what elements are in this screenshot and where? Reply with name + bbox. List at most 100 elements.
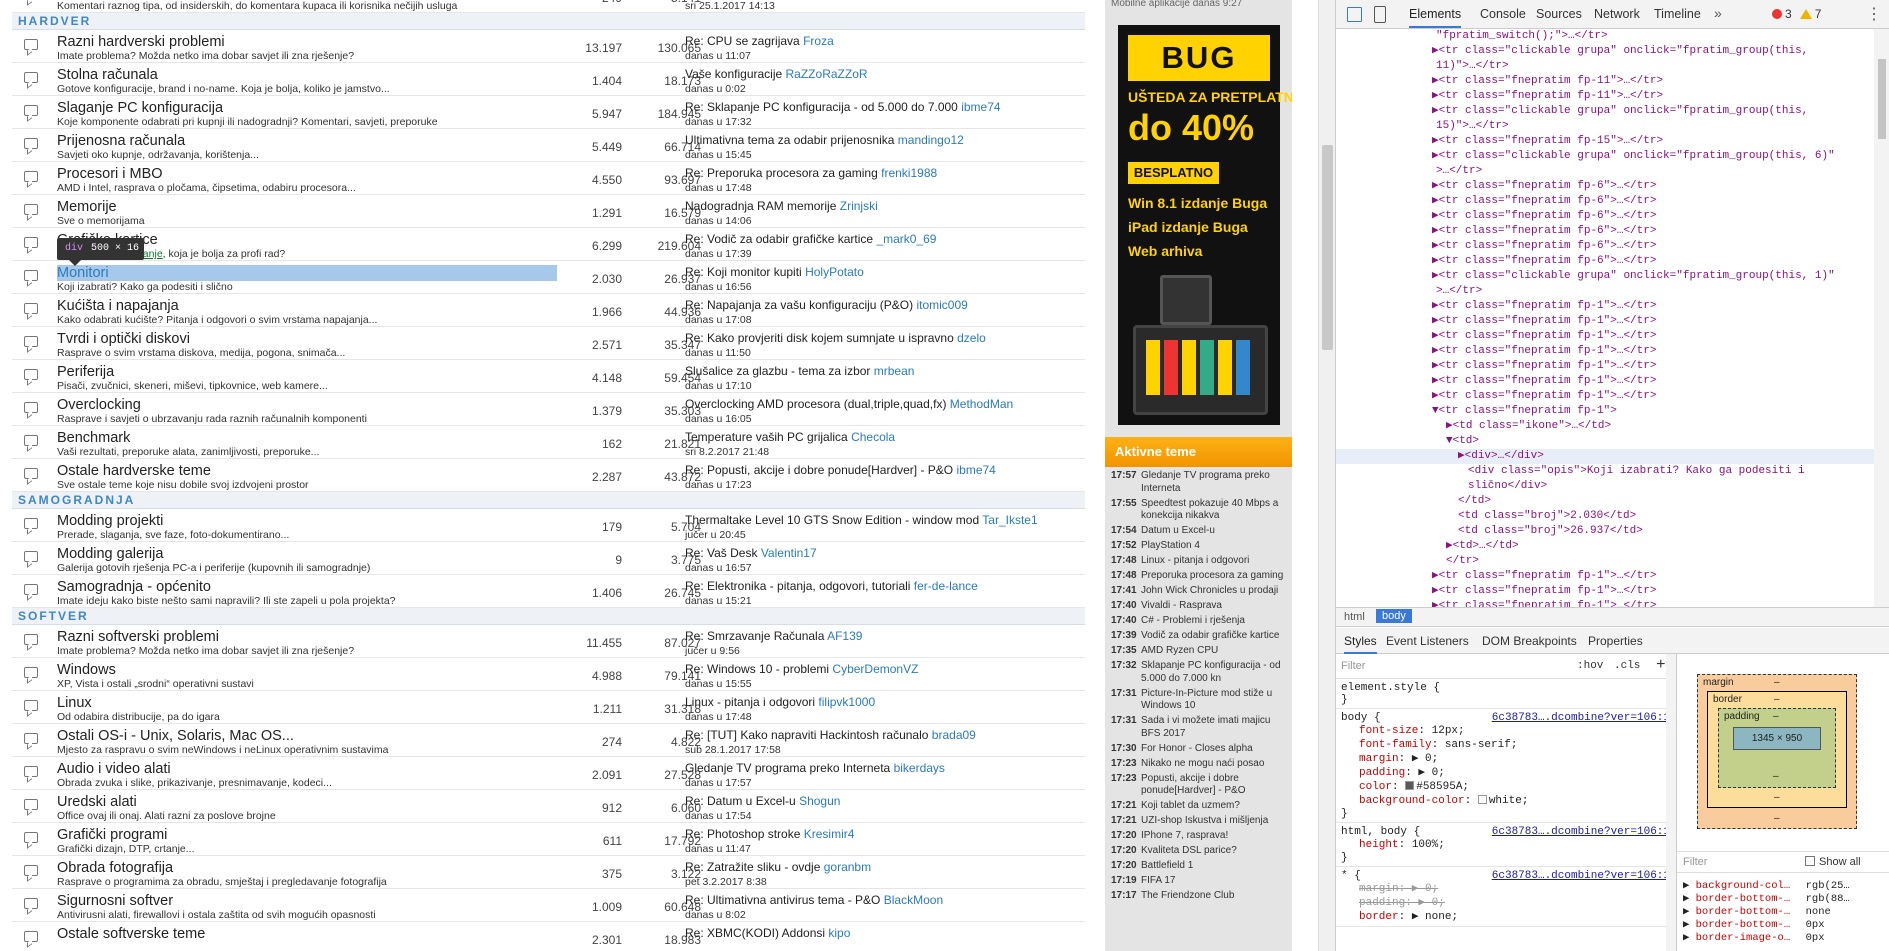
- forum-title[interactable]: Modding projekti: [57, 513, 163, 529]
- forum-row[interactable]: Audio i video alati Obrada zvuka i slike…: [12, 757, 1085, 790]
- tab-network[interactable]: Network: [1594, 7, 1640, 21]
- forum-row[interactable]: Kućišta i napajanja Kako odabrati kućišt…: [12, 294, 1085, 327]
- dom-node-line[interactable]: ▶<tr class="fnepratim fp-1">…</tr>: [1336, 569, 1874, 584]
- forum-row[interactable]: Razni softverski problemi Imate problema…: [12, 625, 1085, 658]
- dom-node-line[interactable]: ▶<tr class="fnepratim fp-1">…</tr>: [1336, 374, 1874, 389]
- last-post-title[interactable]: Re: Koji monitor kupiti: [685, 265, 802, 279]
- styles-filter-input[interactable]: Filter: [1341, 660, 1365, 672]
- styles-scrollbar[interactable]: [1666, 654, 1676, 951]
- forum-row[interactable]: Slaganje PC konfiguracija Koje komponent…: [12, 96, 1085, 129]
- last-post-title[interactable]: Overclocking AMD procesora (dual,triple,…: [685, 397, 946, 411]
- page-scrollbar[interactable]: [1318, 0, 1335, 951]
- last-post[interactable]: Thermaltake Level 10 GTS Snow Edition - …: [685, 513, 1038, 527]
- forum-title[interactable]: Sigurnosni softver: [57, 893, 173, 909]
- active-topic-item[interactable]: 17:55 Speedtest pokazuje 40 Mbps a konekc…: [1111, 498, 1291, 523]
- active-topic-item[interactable]: 17:52 PlayStation 4: [1111, 540, 1291, 553]
- last-post[interactable]: Re: Zatražite sliku - ovdje goranbm: [685, 860, 871, 874]
- forum-row[interactable]: Monitori Koji izabrati? Kako ga podesiti…: [12, 261, 1085, 294]
- dom-node-line[interactable]: ▶<tr class="fnepratim fp-11">…</tr>: [1336, 74, 1874, 89]
- dom-node-line[interactable]: ▼<td>: [1336, 434, 1874, 449]
- active-topic-item[interactable]: 17:21 Koji tablet da uzmem?: [1111, 800, 1291, 813]
- dom-node-line[interactable]: ▶<tr class="fnepratim fp-1">…</tr>: [1336, 329, 1874, 344]
- dom-node-line[interactable]: ▶<tr class="clickable grupa" onclick="fp…: [1336, 104, 1874, 119]
- active-topic-item[interactable]: 17:21 UZI-shop Iskustva i mišljenja: [1111, 815, 1291, 828]
- rule-source-link-2[interactable]: 6c38783….dcombine?ver=106:1: [1492, 826, 1670, 838]
- last-post-user[interactable]: brada09: [932, 728, 976, 742]
- last-post-user[interactable]: MethodMan: [950, 397, 1013, 411]
- forum-row[interactable]: Sigurnosni softver Antivirusni alati, fi…: [12, 889, 1085, 922]
- computed-prop[interactable]: ▶ background-col… rgb(25…: [1683, 879, 1850, 892]
- forum-row-partial[interactable]: Općenito o hardveruKomentari raznog tipa…: [12, 0, 1085, 13]
- forum-title[interactable]: Razni softverski problemi: [57, 629, 219, 645]
- active-topic-item[interactable]: 17:20 Kvaliteta DSL parice?: [1111, 845, 1291, 858]
- forum-row[interactable]: Tvrdi i optički diskovi Rasprave o svim …: [12, 327, 1085, 360]
- last-post-title[interactable]: Re: Kako provjeriti disk kojem sumnjate …: [685, 331, 954, 345]
- dom-node-line[interactable]: ▶<tr class="fnepratim fp-1">…</tr>: [1336, 584, 1874, 599]
- active-topic-title[interactable]: PlayStation 4: [1141, 540, 1291, 553]
- active-topic-item[interactable]: 17:39 Vodič za odabir grafičke kartice: [1111, 630, 1291, 643]
- active-topic-item[interactable]: 17:20 IPhone 7, rasprava!: [1111, 830, 1291, 843]
- dom-node-line[interactable]: ▶<tr class="clickable grupa" onclick="fp…: [1336, 269, 1874, 284]
- active-topic-title[interactable]: C# - Problemi i rješenja: [1141, 615, 1291, 628]
- last-post-title[interactable]: Temperature vaših PC grijalica: [685, 430, 848, 444]
- last-post-title[interactable]: Re: Datum u Excel-u: [685, 794, 796, 808]
- active-topic-title[interactable]: Speedtest pokazuje 40 Mbps a konekcija n…: [1141, 498, 1291, 523]
- dom-node-line[interactable]: ▶<tr class="fnepratim fp-6">…</tr>: [1336, 224, 1874, 239]
- last-post[interactable]: Re: Preporuka procesora za gaming frenki…: [685, 166, 937, 180]
- dom-node-line[interactable]: ▶<div>…</div>: [1336, 449, 1874, 464]
- last-post-title[interactable]: Re: CPU se zagrijava: [685, 34, 800, 48]
- dom-node-line[interactable]: ▶<tr class="fnepratim fp-11">…</tr>: [1336, 89, 1874, 104]
- last-post[interactable]: Overclocking AMD procesora (dual,triple,…: [685, 397, 1013, 411]
- computed-prop[interactable]: ▶ border-bottom-… rgb(88…: [1683, 892, 1850, 905]
- last-post-title[interactable]: Re: Smrzavanje Računala: [685, 629, 824, 643]
- forum-title[interactable]: Uredski alati: [57, 794, 137, 810]
- active-topic-title[interactable]: Popusti, akcije i dobre ponude[Hardver] …: [1141, 773, 1291, 798]
- last-post[interactable]: Re: Elektronika - pitanja, odgovori, tut…: [685, 579, 978, 593]
- active-topic-title[interactable]: Vodič za odabir grafičke kartice: [1141, 630, 1291, 643]
- dom-tree[interactable]: "fpratim_switch();">…</tr> ▶<tr class="cl…: [1336, 29, 1874, 607]
- hov-toggle[interactable]: :hov: [1577, 660, 1603, 672]
- active-topic-item[interactable]: 17:41 John Wick Chronicles u prodaji: [1111, 585, 1291, 598]
- forum-row[interactable]: Grafičke kartice Koja je bolja za igranj…: [12, 228, 1085, 261]
- active-topic-item[interactable]: 17:17 The Friendzone Club: [1111, 890, 1291, 903]
- active-topic-title[interactable]: UZI-shop Iskustva i mišljenja: [1141, 815, 1291, 828]
- last-post-title[interactable]: Ultimativna tema za odabir prijenosnika: [685, 133, 894, 147]
- active-topic-title[interactable]: Gledanje TV programa preko Interneta: [1141, 470, 1291, 495]
- forum-row[interactable]: Ostale softverske teme 2.301 18.983 Re: …: [12, 922, 1085, 951]
- forum-title[interactable]: Tvrdi i optički diskovi: [57, 331, 190, 347]
- forum-row[interactable]: Benchmark Vaši rezultati, preporuke alat…: [12, 426, 1085, 459]
- forum-row[interactable]: Procesori i MBO AMD i Intel, rasprava o …: [12, 162, 1085, 195]
- last-post-title[interactable]: Re: Ultimativna antivirus tema - P&O: [685, 893, 880, 907]
- last-post-title[interactable]: Slušalice za glazbu - tema za izbor: [685, 364, 870, 378]
- last-post-title[interactable]: Linux - pitanja i odgovori: [685, 695, 815, 709]
- kebab-menu-icon[interactable]: ⋮: [1866, 4, 1882, 24]
- last-post[interactable]: Re: Ultimativna antivirus tema - P&O Bla…: [685, 893, 943, 907]
- last-post-user[interactable]: dzelo: [957, 331, 986, 345]
- active-topic-item[interactable]: 17:23 Popusti, akcije i dobre ponude[Hard…: [1111, 773, 1291, 798]
- last-post[interactable]: Re: CPU se zagrijava Froza: [685, 34, 834, 48]
- dom-node-line[interactable]: ▶<tr class="clickable grupa" onclick="fp…: [1336, 44, 1874, 59]
- forum-title[interactable]: Slaganje PC konfiguracija: [57, 100, 223, 116]
- forum-row[interactable]: Uredski alati Office ovaj ili onaj. Alat…: [12, 790, 1085, 823]
- active-topic-title[interactable]: Nikako ne mogu naći posao: [1141, 758, 1291, 771]
- last-post-title[interactable]: Re: Windows 10 - problemi: [685, 662, 829, 676]
- last-post[interactable]: Linux - pitanja i odgovori filipvk1000: [685, 695, 875, 709]
- dom-node-line[interactable]: ▶<tr class="fnepratim fp-1">…</tr>: [1336, 599, 1874, 607]
- last-post-user[interactable]: CyberDemonVZ: [832, 662, 918, 676]
- last-post-user[interactable]: bikerdays: [894, 761, 945, 775]
- dom-node-line[interactable]: <div class="opis">Koji izabrati? Kako ga…: [1336, 464, 1874, 479]
- last-post[interactable]: Re: [TUT] Kako napraviti Hackintosh raču…: [685, 728, 976, 742]
- last-post-title[interactable]: Re: Napajanja za vašu konfiguraciju (P&O…: [685, 298, 913, 312]
- active-topic-item[interactable]: 17:20 Battlefield 1: [1111, 860, 1291, 873]
- computed-prop[interactable]: ▶ border-bottom-… none: [1683, 905, 1831, 918]
- active-topic-title[interactable]: The Friendzone Club: [1141, 890, 1291, 903]
- active-topic-item[interactable]: 17:31 Picture-In-Picture mod stiže u Wind…: [1111, 688, 1291, 713]
- last-post-user[interactable]: Zrinjski: [840, 199, 878, 213]
- tab-event-listeners[interactable]: Event Listeners: [1386, 634, 1469, 648]
- last-post-user[interactable]: mrbean: [874, 364, 915, 378]
- last-post[interactable]: Re: Kako provjeriti disk kojem sumnjate …: [685, 331, 986, 345]
- dom-node-line[interactable]: 11)">…</tr>: [1336, 59, 1874, 74]
- last-post-user[interactable]: BlackMoon: [884, 893, 943, 907]
- tab-console[interactable]: Console: [1480, 7, 1526, 21]
- forum-title[interactable]: Kućišta i napajanja: [57, 298, 179, 314]
